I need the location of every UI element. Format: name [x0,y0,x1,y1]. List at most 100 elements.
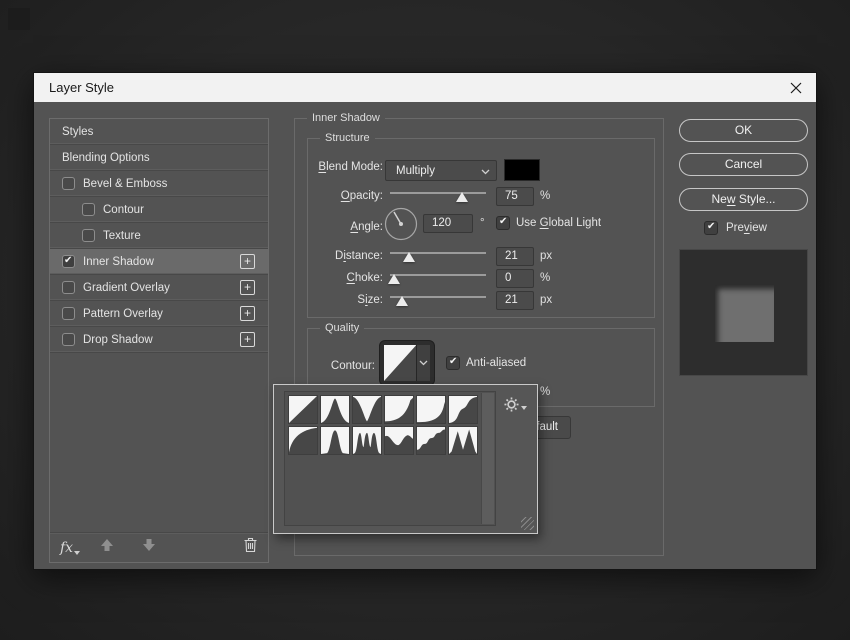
delete-effect-button[interactable] [243,537,258,558]
arrow-down-icon [141,537,157,553]
sidebar-item-bevel-emboss[interactable]: Bevel & Emboss [50,171,268,197]
opacity-unit: % [540,190,550,202]
slider-thumb[interactable] [388,274,400,284]
dialog-title: Layer Style [34,80,114,95]
ok-button[interactable]: OK [679,119,808,142]
sidebar-item-styles[interactable]: Styles [50,119,268,145]
contour-preset-gaussian-icon[interactable] [448,395,478,424]
add-effect-instance-button[interactable]: + [240,280,255,295]
arrow-up-icon [99,537,115,553]
add-effect-instance-button[interactable]: + [240,332,255,347]
angle-label: Angle: [308,221,383,233]
preview-checkbox[interactable] [704,221,718,235]
distance-unit: px [540,250,552,262]
inner-shadow-legend: Inner Shadow [307,112,385,124]
anti-aliased-checkbox[interactable] [446,356,460,370]
background-window-fragment [8,8,30,30]
angle-dial[interactable] [384,207,418,246]
sidebar-item-label: Bevel & Emboss [83,178,167,190]
slider-thumb[interactable] [403,252,415,262]
close-button[interactable] [786,78,806,98]
contour-preset-cone-icon[interactable] [320,395,350,424]
sidebar-item-label: Contour [103,204,144,216]
structure-legend: Structure [320,132,375,144]
effect-enable-checkbox[interactable] [62,255,75,268]
use-global-light-checkbox[interactable] [496,216,510,230]
contour-dropdown-arrow[interactable] [416,345,430,381]
contour-preset-sawtooth-1-icon[interactable] [448,426,478,455]
preview-label: Preview [726,222,767,234]
contour-preset-grid [288,395,478,455]
opacity-input[interactable]: 75 [496,187,534,206]
effect-enable-checkbox[interactable] [62,307,75,320]
sidebar-item-contour[interactable]: Contour [50,197,268,223]
distance-label: Distance: [308,250,383,262]
effect-enable-checkbox[interactable] [62,333,75,346]
sidebar-footer: fx [50,532,268,562]
size-slider[interactable] [390,293,486,305]
gear-icon [504,397,519,412]
preview-inner-shadow-square [715,285,774,342]
size-input[interactable]: 21 [496,291,534,310]
contour-preset-well [284,391,496,526]
size-unit: px [540,294,552,306]
choke-input[interactable]: 0 [496,269,534,288]
sidebar-list: StylesBlending Options Bevel & Emboss Cont… [50,119,268,353]
contour-preset-half-round-icon[interactable] [288,426,318,455]
sidebar-item-label: Gradient Overlay [83,282,170,294]
sidebar-item-gradient-overlay[interactable]: Gradient Overlay + [50,275,268,301]
contour-preset-rolling-slope-descending-icon[interactable] [384,426,414,455]
distance-slider[interactable] [390,249,486,261]
contour-preset-linear-icon[interactable] [288,395,318,424]
fx-menu-button[interactable]: fx [60,540,73,556]
move-effect-down-button[interactable] [141,537,157,558]
contour-preset-rounded-steps-icon[interactable] [416,426,446,455]
slider-thumb[interactable] [456,192,468,202]
cancel-button[interactable]: Cancel [679,153,808,176]
shadow-color-swatch[interactable] [504,159,540,181]
sidebar-item-texture[interactable]: Texture [50,223,268,249]
effect-enable-checkbox[interactable] [82,229,95,242]
quality-legend: Quality [320,322,364,334]
contour-preset-popup [273,384,538,534]
sidebar-item-drop-shadow[interactable]: Drop Shadow+ [50,327,268,353]
slider-track [390,274,486,276]
contour-linear-thumbnail [384,345,416,381]
move-effect-up-button[interactable] [99,537,115,558]
chevron-down-icon [481,169,490,175]
contour-preset-ring-double-icon[interactable] [352,426,382,455]
anti-aliased-label: Anti-aliased [466,357,526,369]
add-effect-instance-button[interactable]: + [240,306,255,321]
fx-caret-icon [74,551,80,555]
slider-thumb[interactable] [396,296,408,306]
contour-preset-cone-inverted-icon[interactable] [352,395,382,424]
sidebar-item-label: Inner Shadow [83,256,154,268]
popup-resize-grip[interactable] [521,517,534,530]
contour-picker-button[interactable] [379,340,435,386]
noise-unit: % [540,386,550,398]
sidebar-item-label: Pattern Overlay [83,308,163,320]
sidebar-item-pattern-overlay[interactable]: Pattern Overlay + [50,301,268,327]
add-effect-instance-button[interactable]: + [240,254,255,269]
distance-input[interactable]: 21 [496,247,534,266]
close-icon [790,82,802,94]
angle-input[interactable]: 120 [423,214,473,233]
angle-dial-center [399,222,403,226]
effect-enable-checkbox[interactable] [82,203,95,216]
choke-slider[interactable] [390,271,486,283]
blend-mode-dropdown[interactable]: Multiply [385,160,497,181]
effect-enable-checkbox[interactable] [62,177,75,190]
new-style-button[interactable]: New Style... [679,188,808,211]
sidebar-item-inner-shadow[interactable]: Inner Shadow + [50,249,268,275]
popup-scrollbar[interactable] [481,393,494,524]
opacity-slider[interactable] [390,189,486,201]
dialog-titlebar[interactable]: Layer Style [34,73,816,102]
preset-menu-button[interactable] [504,397,527,412]
contour-preset-ring-icon[interactable] [320,426,350,455]
contour-preset-cove-deep-icon[interactable] [384,395,414,424]
contour-preset-cove-shallow-icon[interactable] [416,395,446,424]
angle-dial-needle [394,212,401,224]
effect-enable-checkbox[interactable] [62,281,75,294]
sidebar-item-blending-options[interactable]: Blending Options [50,145,268,171]
contour-label: Contour: [308,360,375,372]
